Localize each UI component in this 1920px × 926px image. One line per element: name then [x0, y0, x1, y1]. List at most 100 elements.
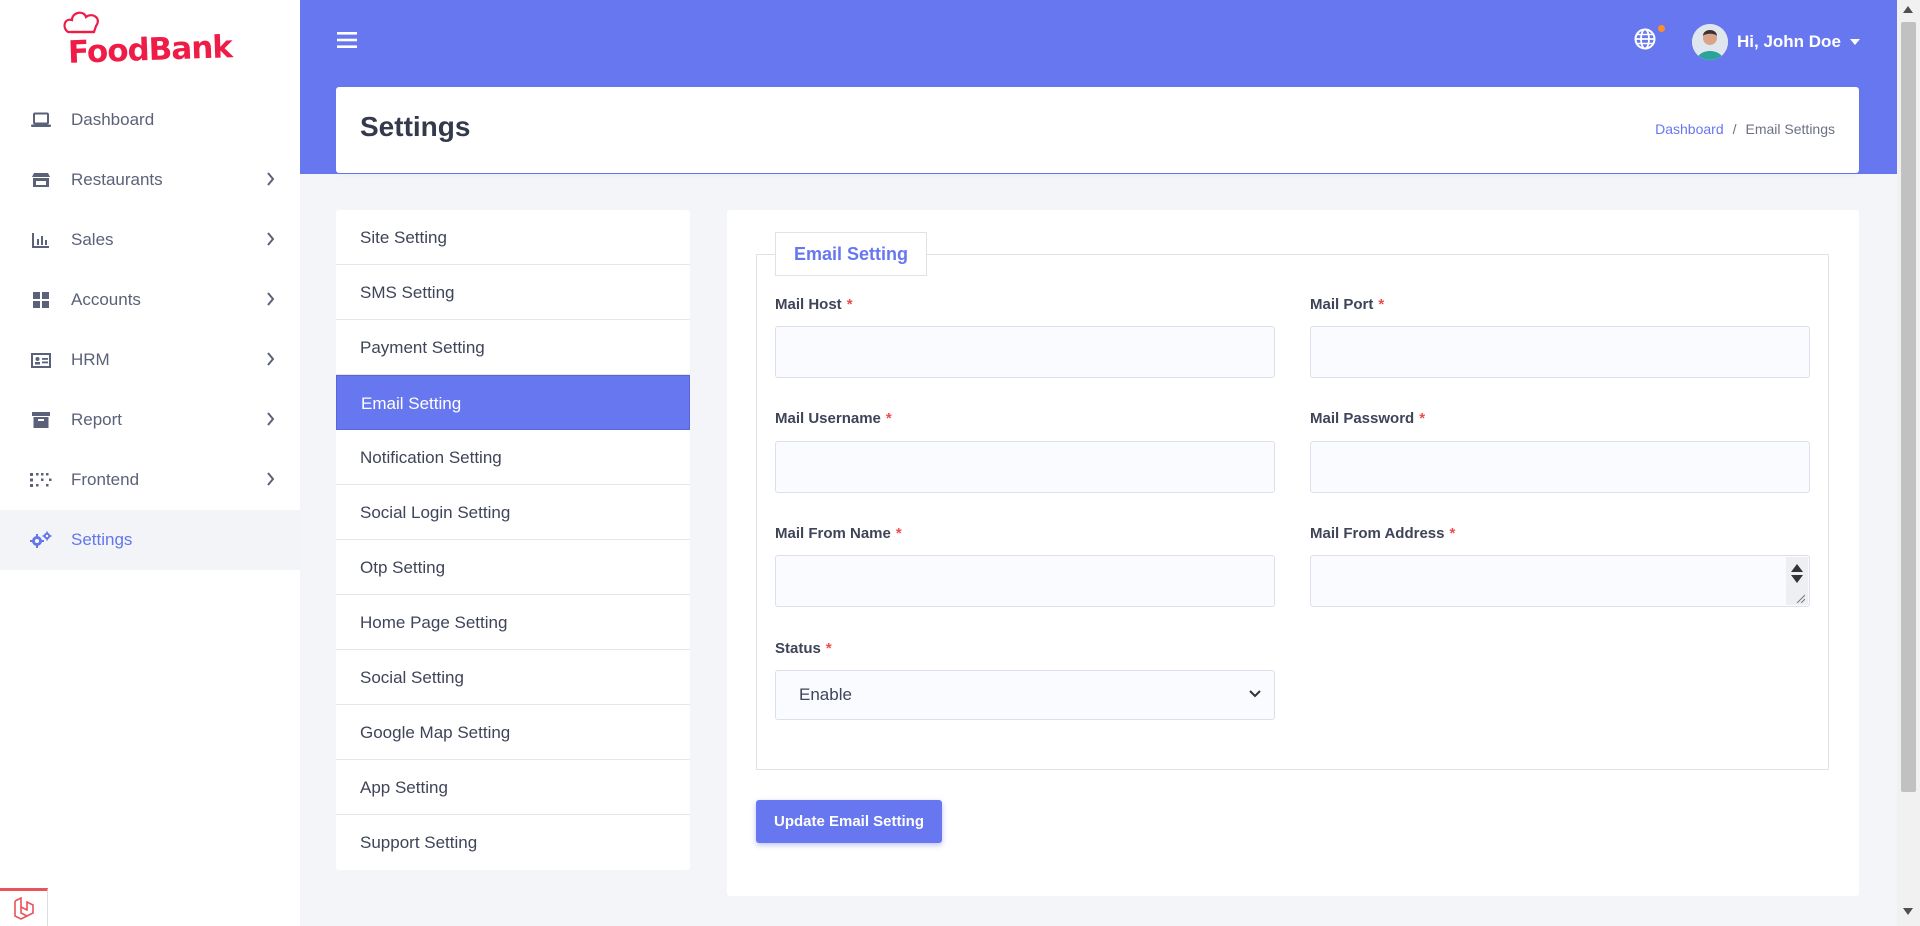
sidebar-item-label: Sales	[71, 230, 114, 249]
laptop-icon	[30, 111, 52, 129]
sidebar-nav: Dashboard Restaurants Sales Accounts HRM…	[0, 90, 300, 570]
sidebar-item-label: Dashboard	[71, 110, 155, 129]
chevron-right-icon	[267, 172, 275, 186]
page-title: Settings	[360, 111, 471, 142]
settings-menu-item[interactable]: Social Login Setting	[336, 485, 690, 540]
mail-from-name-label: Mail From Name *	[775, 525, 902, 542]
page-scrollbar[interactable]	[1897, 0, 1920, 926]
breadcrumb-dashboard-link[interactable]: Dashboard	[1655, 121, 1724, 137]
settings-menu: Site Setting SMS Setting Payment Setting…	[336, 210, 690, 870]
laravel-icon	[13, 896, 34, 920]
status-label: Status *	[775, 640, 832, 657]
settings-menu-item[interactable]: Social Setting	[336, 650, 690, 705]
label-text: Mail Host	[775, 296, 842, 313]
label-text: Mail Port	[1310, 296, 1374, 313]
mail-port-input[interactable]	[1310, 326, 1810, 378]
required-mark: *	[825, 640, 832, 657]
user-greeting: Hi, John Doe	[1737, 32, 1841, 51]
mail-host-label: Mail Host *	[775, 296, 853, 313]
settings-menu-item[interactable]: Support Setting	[336, 815, 690, 870]
required-mark: *	[1449, 525, 1456, 542]
settings-menu-item[interactable]: SMS Setting	[336, 265, 690, 320]
cogs-icon	[30, 531, 52, 549]
sidebar-item-report[interactable]: Report	[0, 390, 300, 450]
avatar	[1692, 24, 1728, 60]
required-mark: *	[846, 296, 853, 313]
email-setting-form: Email Setting Mail Host * Mail Port * Mail…	[727, 210, 1859, 896]
grid-icon	[30, 291, 52, 309]
sidebar-item-settings[interactable]: Settings	[0, 510, 300, 570]
settings-menu-item-active[interactable]: Email Setting	[336, 375, 690, 430]
breadcrumb-separator: /	[1732, 121, 1737, 137]
required-mark: *	[1378, 296, 1385, 313]
user-menu[interactable]: Hi, John Doe	[1692, 24, 1860, 60]
chevron-right-icon	[267, 472, 275, 486]
sidebar-item-restaurants[interactable]: Restaurants	[0, 150, 300, 210]
sidebar-item-label: Accounts	[71, 290, 141, 309]
scrollbar-thumb[interactable]	[1901, 22, 1916, 792]
label-text: Status	[775, 640, 821, 657]
mail-password-label: Mail Password *	[1310, 410, 1425, 427]
sidebar-item-sales[interactable]: Sales	[0, 210, 300, 270]
sidebar-item-label: HRM	[71, 350, 110, 369]
notification-dot	[1658, 25, 1665, 32]
update-email-setting-button[interactable]: Update Email Setting	[756, 800, 942, 843]
id-card-icon	[30, 351, 52, 369]
scroll-down-arrow-icon[interactable]	[1903, 908, 1913, 915]
globe-icon[interactable]	[1634, 28, 1656, 50]
archive-icon	[30, 411, 52, 429]
settings-menu-item[interactable]: App Setting	[336, 760, 690, 815]
required-mark: *	[895, 525, 902, 542]
fieldset-legend: Email Setting	[775, 232, 928, 276]
chevron-right-icon	[267, 352, 275, 366]
mail-from-address-wrapper	[1310, 555, 1810, 607]
required-mark: *	[885, 410, 892, 427]
sidebar-item-label: Settings	[71, 530, 133, 549]
mail-username-input[interactable]	[775, 441, 1275, 493]
sidebar-item-label: Report	[71, 410, 123, 429]
sidebar-item-frontend[interactable]: Frontend	[0, 450, 300, 510]
caret-down-icon	[1849, 39, 1860, 45]
label-text: Mail Password	[1310, 410, 1415, 427]
label-text: Mail From Address	[1310, 525, 1445, 542]
mail-username-label: Mail Username *	[775, 410, 892, 427]
chevron-down-icon	[1249, 690, 1261, 698]
page-header-card: Settings Dashboard / Email Settings	[336, 87, 1859, 173]
label-text: Mail Username	[775, 410, 881, 427]
spinner-down-icon[interactable]	[1791, 575, 1803, 583]
store-icon	[30, 171, 52, 189]
status-selected-value: Enable	[799, 685, 852, 704]
mail-port-label: Mail Port *	[1310, 296, 1384, 313]
mail-from-address-label: Mail From Address *	[1310, 525, 1455, 542]
sidebar-item-accounts[interactable]: Accounts	[0, 270, 300, 330]
resize-grip-icon[interactable]	[1795, 593, 1805, 603]
brand-name: FoodBank	[67, 29, 233, 71]
chevron-right-icon	[267, 232, 275, 246]
foodbank-logo[interactable]: FoodBank	[62, 10, 233, 71]
dots-grid-icon	[30, 471, 52, 489]
spinner-up-icon[interactable]	[1791, 564, 1803, 572]
debugbar-toggle[interactable]	[0, 888, 48, 926]
sidebar-item-hrm[interactable]: HRM	[0, 330, 300, 390]
mail-from-address-input[interactable]	[1310, 555, 1810, 607]
sidebar-item-dashboard[interactable]: Dashboard	[0, 90, 300, 150]
settings-menu-item[interactable]: Home Page Setting	[336, 595, 690, 650]
scroll-up-arrow-icon[interactable]	[1903, 6, 1913, 13]
chevron-right-icon	[267, 412, 275, 426]
status-select[interactable]: Enable	[775, 670, 1275, 720]
sidebar-item-label: Frontend	[71, 470, 140, 489]
label-text: Mail From Name	[775, 525, 891, 542]
chevron-right-icon	[267, 292, 275, 306]
spinner-control[interactable]	[1786, 557, 1808, 605]
settings-menu-item[interactable]: Google Map Setting	[336, 705, 690, 760]
required-mark: *	[1419, 410, 1426, 427]
settings-menu-item[interactable]: Otp Setting	[336, 540, 690, 595]
sidebar-item-label: Restaurants	[71, 170, 163, 189]
settings-menu-item[interactable]: Site Setting	[336, 210, 690, 265]
hamburger-menu-icon[interactable]	[337, 31, 357, 49]
settings-menu-item[interactable]: Payment Setting	[336, 320, 690, 375]
settings-menu-item[interactable]: Notification Setting	[336, 430, 690, 485]
mail-host-input[interactable]	[775, 326, 1275, 378]
mail-password-input[interactable]	[1310, 441, 1810, 493]
mail-from-name-input[interactable]	[775, 555, 1275, 607]
